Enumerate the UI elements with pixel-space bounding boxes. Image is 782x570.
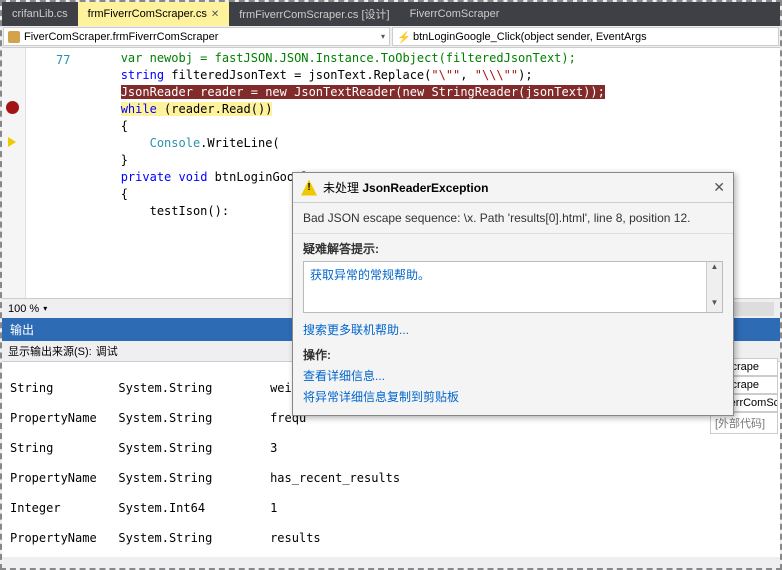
zoom-level[interactable]: 100 % xyxy=(8,303,39,315)
output-line: String System.String 3 xyxy=(10,441,772,456)
output-source-label: 显示输出来源(S): xyxy=(8,343,92,359)
tab-fiverrcomscraper[interactable]: FiverrComScraper xyxy=(400,2,510,26)
exception-message: Bad JSON escape sequence: \x. Path 'resu… xyxy=(293,203,733,234)
hints-box: 获取异常的常规帮助。 ▲▼ xyxy=(303,261,723,313)
close-icon[interactable]: ✕ xyxy=(713,179,725,196)
actions-label: 操作: xyxy=(293,340,733,365)
line-number: 77 xyxy=(56,52,70,69)
member-selector[interactable]: btnLoginGoogle_Click(object sender, Even… xyxy=(392,27,779,46)
copy-details-link[interactable]: 将异常详细信息复制到剪贴板 xyxy=(293,386,733,407)
chevron-down-icon: ▾ xyxy=(381,32,385,41)
tab-frmfiverr-cs[interactable]: frmFiverrComScraper.cs✕ xyxy=(78,2,230,26)
class-name: FiverComScraper.frmFiverrComScraper xyxy=(24,31,218,43)
execution-pointer-icon xyxy=(5,135,19,149)
member-name: btnLoginGoogle_Click(object sender, Even… xyxy=(413,31,647,43)
close-icon[interactable]: ✕ xyxy=(211,9,219,20)
breakpoint-icon[interactable] xyxy=(6,101,19,114)
troubleshoot-label: 疑难解答提示: xyxy=(293,234,733,259)
class-icon xyxy=(8,31,20,43)
output-source-select[interactable]: 调试 xyxy=(96,343,276,359)
warning-icon xyxy=(301,180,317,196)
search-help-link[interactable]: 搜索更多联机帮助... xyxy=(293,319,733,340)
chevron-down-icon[interactable]: ▾ xyxy=(43,304,47,313)
document-tabs: crifanLib.cs frmFiverrComScraper.cs✕ frm… xyxy=(2,2,780,26)
tab-crifanlib[interactable]: crifanLib.cs xyxy=(2,2,78,26)
output-line: PropertyName System.String has_recent_re… xyxy=(10,471,772,486)
hint-link[interactable]: 获取异常的常规帮助。 xyxy=(310,266,716,283)
class-selector[interactable]: FiverComScraper.frmFiverrComScraper ▾ xyxy=(3,27,390,46)
exception-popup: 未处理 JsonReaderException ✕ Bad JSON escap… xyxy=(292,172,734,416)
exception-title-bar: 未处理 JsonReaderException ✕ xyxy=(293,173,733,203)
view-details-link[interactable]: 查看详细信息... xyxy=(293,365,733,386)
tab-frmfiverr-design[interactable]: frmFiverrComScraper.cs [设计] xyxy=(229,2,399,26)
output-line: Integer System.Int64 1 xyxy=(10,501,772,516)
output-line: PropertyName System.String results xyxy=(10,531,772,546)
event-icon xyxy=(397,31,409,43)
code-nav-bar: FiverComScraper.frmFiverrComScraper ▾ bt… xyxy=(2,26,780,48)
editor-gutter xyxy=(2,48,26,298)
vertical-scrollbar[interactable]: ▲▼ xyxy=(706,262,722,312)
